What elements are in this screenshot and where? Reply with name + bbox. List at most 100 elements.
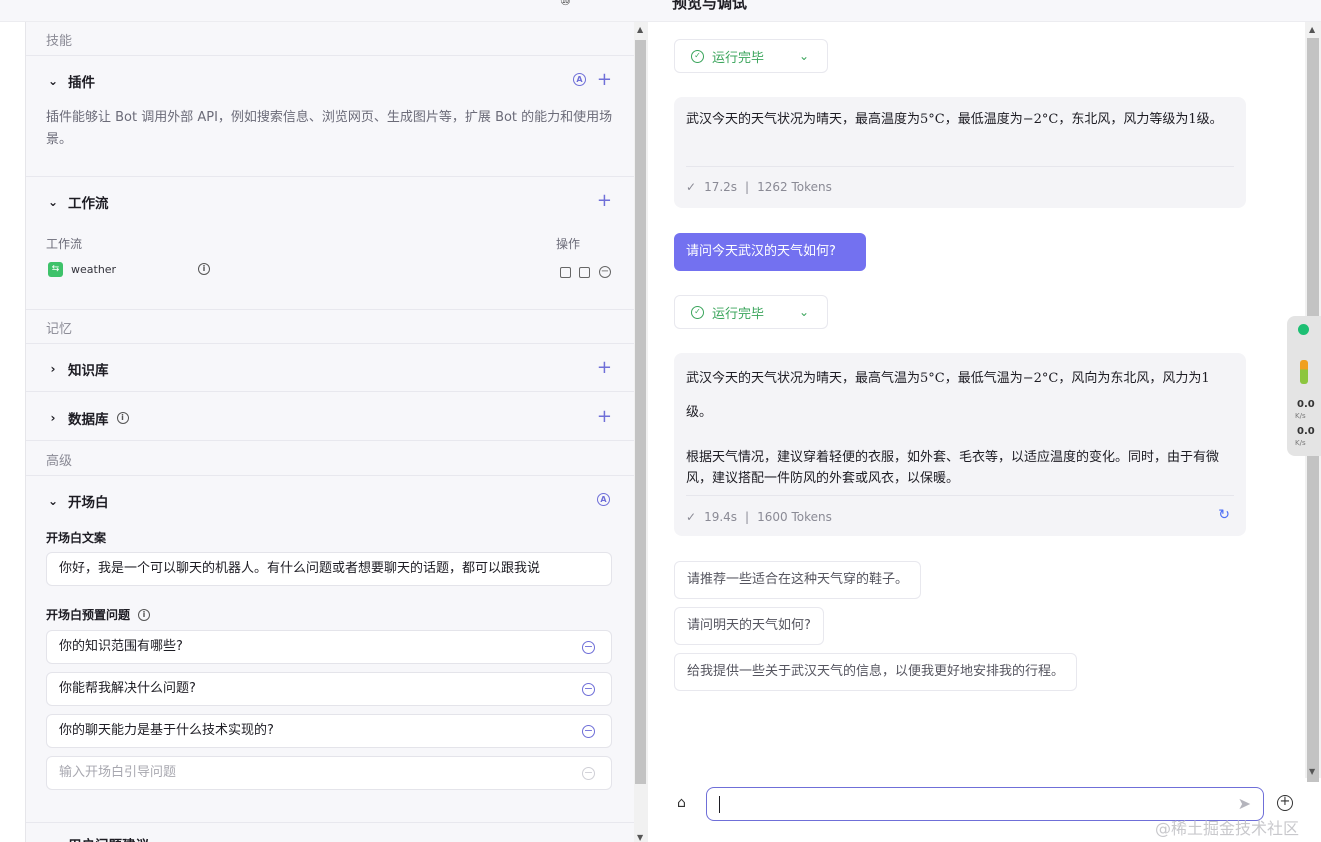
image-icon[interactable] — [579, 267, 590, 278]
bot-message-text: 武汉今天的天气状况为晴天，最高气温为5°C，最低气温为−2°C，风向为东北风，风… — [686, 371, 1210, 420]
token-count: 1262 Tokens — [757, 180, 832, 194]
chevron-down-icon: ⌄ — [47, 195, 59, 209]
text-cursor — [719, 796, 720, 813]
suggested-question[interactable]: 给我提供一些关于武汉天气的信息，以便我更好地安排我的行程。 — [674, 653, 1078, 691]
scrollbar-thumb[interactable] — [635, 40, 646, 784]
run-status-text: 运行完毕 — [712, 306, 765, 322]
add-icon[interactable]: + — [1277, 795, 1293, 811]
auto-icon[interactable]: A — [573, 73, 586, 86]
plugins-title: 插件 — [68, 75, 95, 91]
chevron-down-icon: ⌄ — [47, 74, 59, 88]
suggestion-title: 用户问题建议 — [68, 834, 149, 842]
opening-text-input[interactable]: 你好，我是一个可以聊天的机器人。有什么问题或者想要聊天的话题，都可以跟我说 — [46, 552, 612, 586]
copy-icon[interactable] — [560, 267, 571, 278]
remove-workflow-icon[interactable]: − — [599, 266, 611, 278]
info-icon[interactable]: i — [116, 412, 129, 424]
preset-question-text: 你的知识范围有哪些? — [59, 639, 183, 654]
new-question-placeholder: 输入开场白引导问题 — [59, 765, 177, 780]
divider — [26, 391, 634, 392]
run-status-dropdown[interactable]: ✓ 运行完毕 ⌄ — [674, 39, 828, 73]
divider — [26, 55, 634, 56]
bot-message-text: 根据天气情况，建议穿着轻便的衣服，如外套、毛衣等，以适应温度的变化。同时，由于有… — [686, 450, 1220, 486]
bot-message: 武汉今天的天气状况为晴天，最高气温为5°C，最低气温为−2°C，风向为东北风，风… — [674, 353, 1246, 536]
remove-question-icon[interactable]: − — [582, 683, 595, 696]
message-meta: ✓ 17.2s | 1262 Tokens — [686, 180, 832, 194]
plugins-description: 插件能够让 Bot 调用外部 API，例如搜索信息、浏览网页、生成图片等，扩展 … — [46, 110, 613, 147]
check-circle-icon: ✓ — [691, 305, 704, 319]
preset-question-input[interactable]: 你的聊天能力是基于什么技术实现的? − — [46, 714, 612, 748]
info-icon[interactable]: i — [138, 608, 151, 621]
suggestion-header[interactable]: ⌄ 用户问题建议 — [46, 834, 149, 842]
user-message: 请问今天武汉的天气如何? — [674, 233, 866, 271]
clear-history-icon[interactable]: ⌂ — [677, 795, 686, 811]
chat-panel: ✓ 运行完毕 ⌄ 武汉今天的天气状况为晴天，最高温度为5°C，最低温度为−2°C… — [648, 22, 1305, 842]
scroll-down-arrow[interactable]: ▼ — [1309, 767, 1315, 776]
status-dot — [1298, 324, 1309, 335]
preset-question-text: 你的聊天能力是基于什么技术实现的? — [59, 723, 274, 738]
suggested-question[interactable]: 请问明天的天气如何? — [674, 607, 824, 645]
send-icon[interactable]: ➤ — [1238, 794, 1251, 813]
preset-question-input[interactable]: 你能帮我解决什么问题? − — [46, 672, 612, 706]
workflow-title: 工作流 — [68, 196, 109, 212]
opening-title: 开场白 — [68, 495, 109, 511]
regenerate-icon[interactable]: ↻ — [1218, 507, 1230, 523]
chevron-down-icon: ⌄ — [46, 837, 60, 842]
response-time: 19.4s — [704, 510, 738, 524]
chevron-down-icon: ⌄ — [798, 305, 809, 319]
add-knowledge-button[interactable]: + — [597, 359, 612, 377]
add-workflow-button[interactable]: + — [597, 192, 612, 210]
suggested-question[interactable]: 请推荐一些适合在这种天气穿的鞋子。 — [674, 561, 922, 599]
chevron-down-icon: ⌄ — [798, 49, 809, 63]
run-status-text: 运行完毕 — [712, 50, 765, 66]
check-icon: ✓ — [686, 180, 697, 194]
check-icon: ✓ — [686, 510, 697, 524]
response-time: 17.2s — [704, 180, 738, 194]
auto-icon[interactable]: A — [597, 493, 610, 506]
workflow-header[interactable]: ⌄ 工作流 — [46, 192, 109, 212]
scroll-down-arrow[interactable]: ▼ — [637, 833, 643, 842]
download-unit: K/s — [1295, 439, 1306, 447]
network-speed-widget[interactable]: 0.0 K/s 0.0 K/s — [1287, 316, 1321, 456]
divider — [26, 440, 634, 441]
knowledge-header[interactable]: › 知识库 — [46, 359, 109, 379]
workflow-item-name: weather — [71, 263, 117, 276]
scroll-up-arrow[interactable]: ▲ — [1309, 25, 1315, 34]
token-count: 1600 Tokens — [757, 510, 832, 524]
chevron-right-icon: › — [50, 362, 56, 376]
add-plugin-button[interactable]: + — [597, 71, 612, 89]
database-header[interactable]: › 数据库 i — [46, 408, 129, 428]
remove-question-icon[interactable]: − — [582, 767, 595, 780]
remove-question-icon[interactable]: − — [582, 725, 595, 738]
new-question-input[interactable]: 输入开场白引导问题 − — [46, 756, 612, 790]
divider — [26, 822, 634, 823]
divider — [26, 309, 634, 310]
workflow-icon: ⇆ — [48, 262, 63, 277]
divider — [686, 495, 1234, 496]
chevron-down-icon: ⌄ — [47, 494, 59, 508]
upload-speed: 0.0 — [1297, 399, 1315, 410]
remove-question-icon[interactable]: − — [582, 641, 595, 654]
memory-section-label: 记忆 — [46, 322, 73, 337]
top-bar: ⑩ 预览与调试 — [0, 0, 1321, 22]
opening-questions-label: 开场白预置问题 i — [46, 606, 151, 623]
meta-separator: | — [745, 510, 750, 524]
add-database-button[interactable]: + — [597, 408, 612, 426]
info-icon[interactable]: i — [198, 263, 210, 275]
preset-question-text: 你能帮我解决什么问题? — [59, 681, 196, 696]
run-status-dropdown[interactable]: ✓ 运行完毕 ⌄ — [674, 295, 828, 329]
scroll-up-arrow[interactable]: ▲ — [637, 25, 643, 34]
divider — [26, 176, 634, 177]
preview-debug-title: 预览与调试 — [672, 0, 748, 12]
preset-question-input[interactable]: 你的知识范围有哪些? − — [46, 630, 612, 664]
left-scrollbar[interactable]: ▲ ▼ — [634, 22, 648, 842]
plugins-header[interactable]: ⌄ 插件 — [46, 71, 95, 91]
bot-config-panel: 技能 ⌄ 插件 A + 插件能够让 Bot 调用外部 API，例如搜索信息、浏览… — [25, 22, 634, 842]
advanced-section-label: 高级 — [46, 454, 73, 469]
level-bar — [1300, 360, 1308, 384]
check-circle-icon: ✓ — [691, 49, 704, 63]
message-meta: ✓ 19.4s | 1600 Tokens — [686, 510, 832, 524]
bot-message: 武汉今天的天气状况为晴天，最高温度为5°C，最低温度为−2°C，东北风，风力等级… — [674, 97, 1246, 208]
opening-text-label: 开场白文案 — [46, 531, 107, 545]
opening-header[interactable]: ⌄ 开场白 — [46, 491, 109, 511]
upload-unit: K/s — [1295, 412, 1306, 420]
